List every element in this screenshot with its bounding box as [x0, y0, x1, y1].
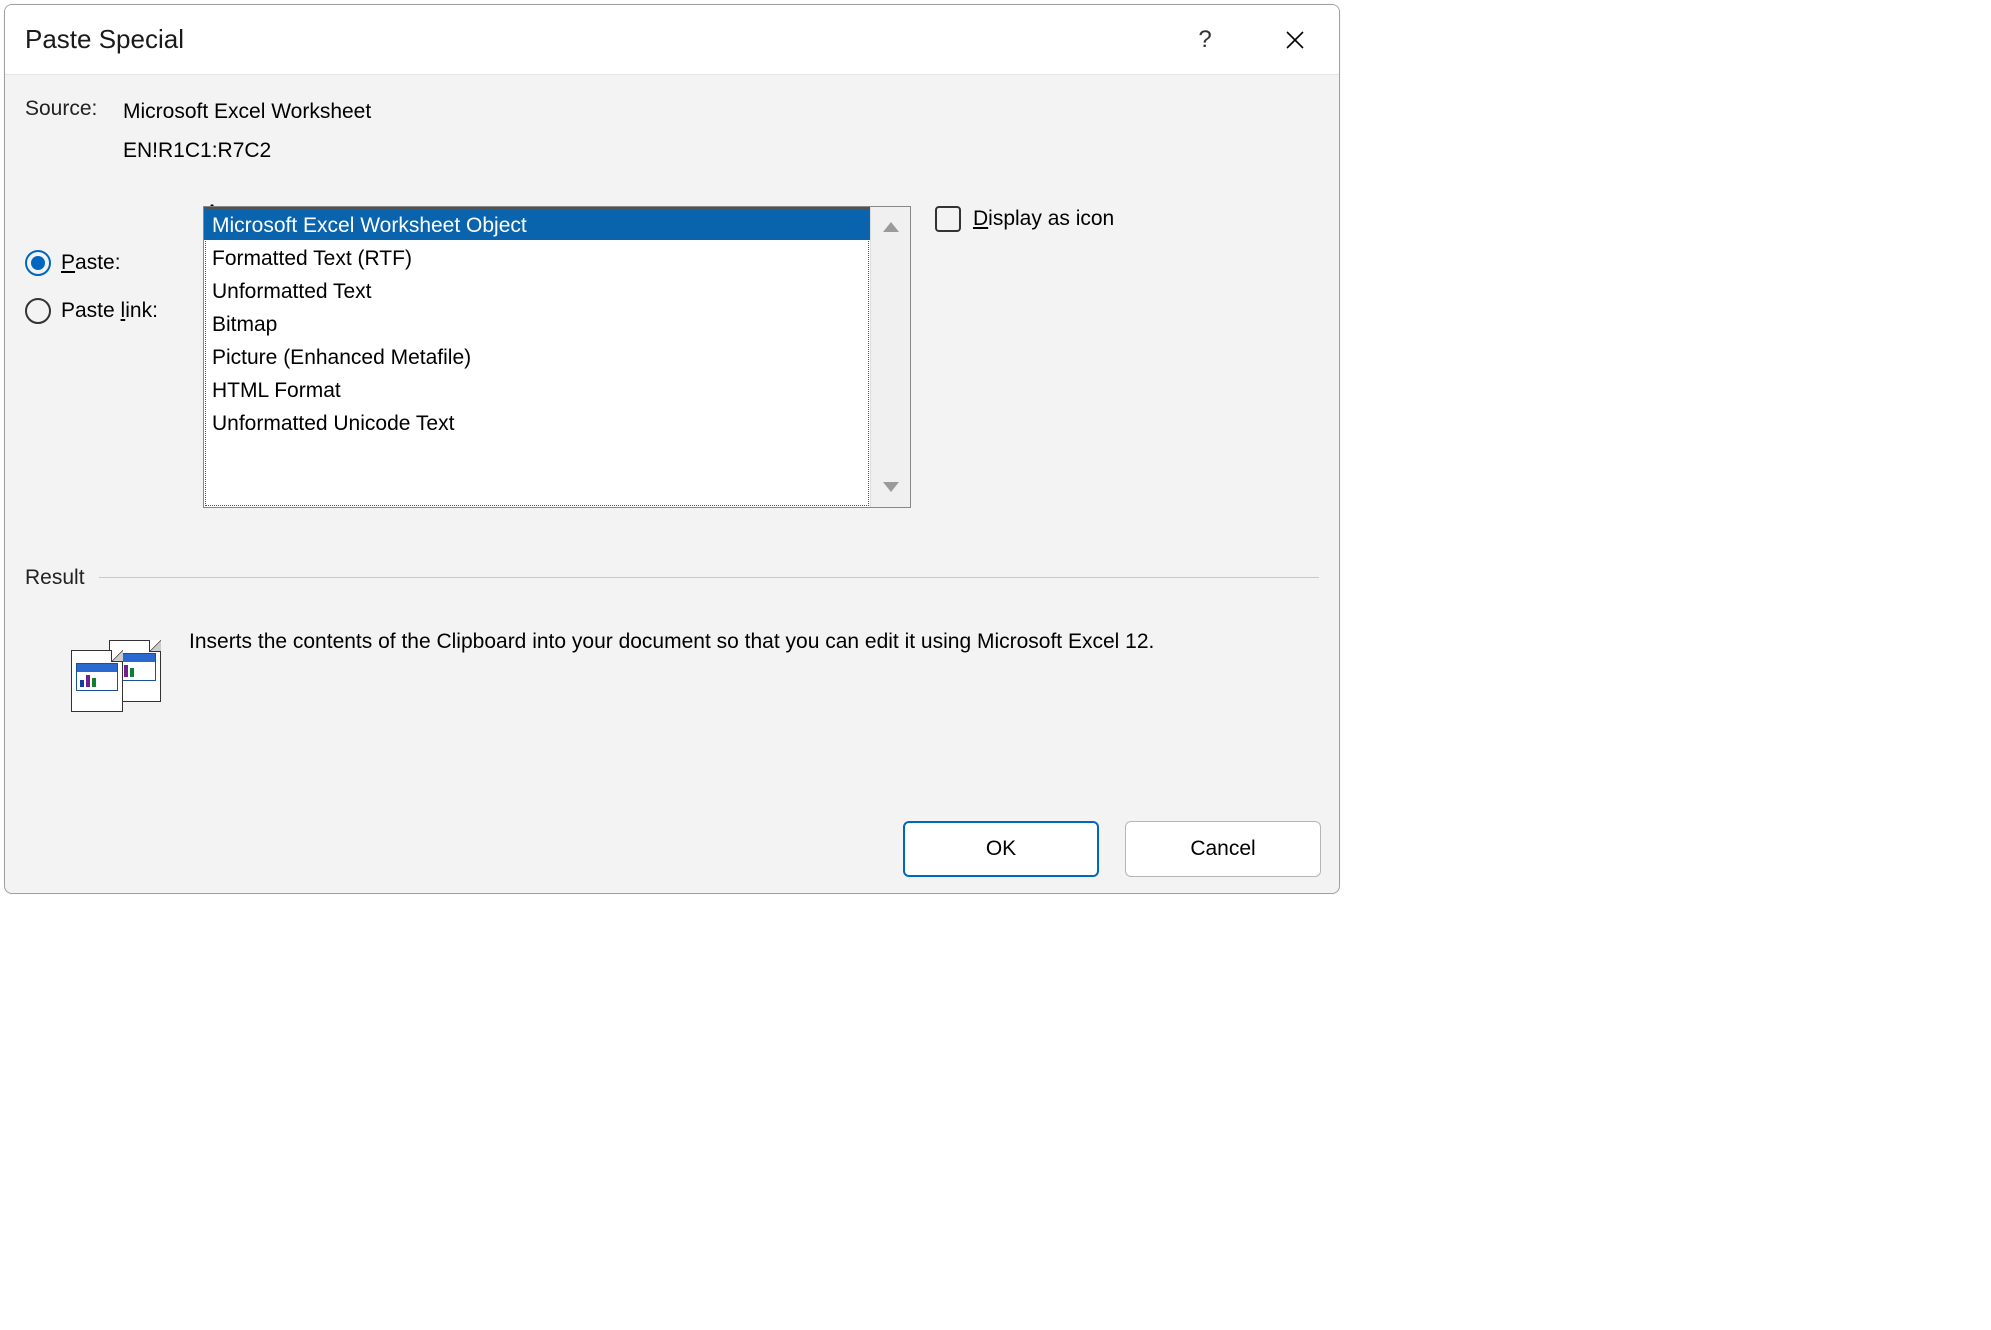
format-list[interactable]: Microsoft Excel Worksheet Object Formatt…	[204, 207, 870, 507]
paste-link-radio[interactable]: Paste link:	[25, 298, 203, 324]
scroll-up-button[interactable]	[871, 207, 910, 247]
checkbox-indicator	[935, 206, 961, 232]
source-value: Microsoft Excel Worksheet EN!R1C1:R7C2	[123, 97, 371, 166]
divider	[99, 577, 1319, 578]
source-label: Source:	[25, 97, 123, 121]
paste-link-radio-label: Paste link:	[61, 299, 158, 323]
paste-special-dialog: Paste Special ? Source: Microsoft Excel …	[4, 4, 1340, 894]
ok-button[interactable]: OK	[903, 821, 1099, 877]
title-bar: Paste Special ?	[5, 5, 1339, 75]
display-as-icon-checkbox[interactable]: Display as icon	[935, 206, 1114, 232]
main-row: Paste: Paste link: Microsoft Excel Works…	[25, 206, 1319, 508]
close-button[interactable]	[1267, 31, 1323, 49]
chevron-up-icon	[883, 222, 899, 232]
result-heading: Result	[25, 566, 85, 590]
format-listbox[interactable]: Microsoft Excel Worksheet Object Formatt…	[203, 206, 911, 508]
result-text: Inserts the contents of the Clipboard in…	[189, 628, 1317, 656]
paste-radio-label: Paste:	[61, 251, 121, 275]
dialog-content: Source: Microsoft Excel Worksheet EN!R1C…	[5, 75, 1339, 738]
source-line-2: EN!R1C1:R7C2	[123, 136, 371, 165]
dialog-buttons: OK Cancel	[903, 821, 1321, 877]
list-item[interactable]: Unformatted Text	[204, 273, 870, 306]
dialog-title: Paste Special	[25, 24, 1183, 55]
listbox-scrollbar[interactable]	[870, 207, 910, 507]
result-heading-row: Result	[25, 566, 1319, 590]
right-column: Display as icon	[935, 206, 1114, 232]
cancel-button[interactable]: Cancel	[1125, 821, 1321, 877]
list-item[interactable]: Bitmap	[204, 306, 870, 339]
chevron-down-icon	[883, 482, 899, 492]
list-item[interactable]: Unformatted Unicode Text	[204, 405, 870, 438]
source-row: Source: Microsoft Excel Worksheet EN!R1C…	[25, 97, 1319, 166]
list-item[interactable]: Microsoft Excel Worksheet Object	[204, 207, 870, 240]
result-body: Inserts the contents of the Clipboard in…	[25, 628, 1319, 718]
list-item[interactable]: Formatted Text (RTF)	[204, 240, 870, 273]
result-section: Result Inserts the contents of the Clipb…	[25, 566, 1319, 718]
source-line-1: Microsoft Excel Worksheet	[123, 97, 371, 126]
radio-group: Paste: Paste link:	[25, 206, 203, 324]
radio-indicator-selected	[25, 250, 51, 276]
result-icon	[67, 628, 167, 718]
close-icon	[1286, 31, 1304, 49]
paste-radio[interactable]: Paste:	[25, 250, 203, 276]
list-item[interactable]: Picture (Enhanced Metafile)	[204, 339, 870, 372]
radio-indicator	[25, 298, 51, 324]
scroll-down-button[interactable]	[871, 467, 910, 507]
help-button[interactable]: ?	[1183, 26, 1227, 54]
list-item[interactable]: HTML Format	[204, 372, 870, 405]
display-as-icon-label: Display as icon	[973, 207, 1114, 231]
